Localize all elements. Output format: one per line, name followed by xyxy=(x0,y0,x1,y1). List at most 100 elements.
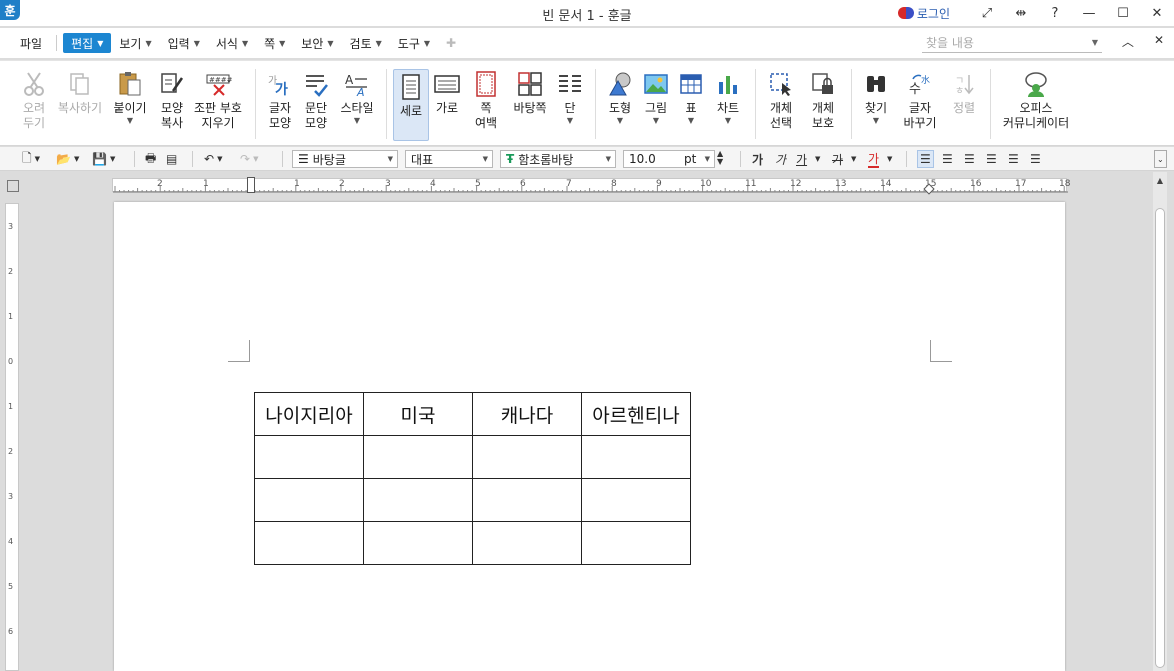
landscape-button[interactable]: 가로 xyxy=(429,67,465,116)
scroll-up-icon[interactable]: ▲ xyxy=(1153,176,1167,185)
table-button[interactable]: 표 ▼ xyxy=(674,67,708,126)
menu-insert[interactable]: 입력 ▼ xyxy=(160,33,208,53)
italic-button[interactable]: 가 xyxy=(775,150,786,168)
chevron-down-icon[interactable]: ▼ xyxy=(851,150,856,168)
align-distribute-icon[interactable]: ☰ xyxy=(1008,150,1019,168)
table-cell[interactable] xyxy=(581,435,691,479)
login-button[interactable]: 로그인 xyxy=(897,5,950,22)
table-cell[interactable] xyxy=(581,521,691,565)
find-button[interactable]: 찾기 ▼ xyxy=(858,67,894,126)
bold-button[interactable]: 가 xyxy=(752,150,763,168)
object-protect-button[interactable]: 개체 보호 xyxy=(803,67,843,131)
columns-button[interactable]: 단 ▼ xyxy=(554,67,586,126)
table-cell[interactable] xyxy=(254,521,364,565)
paste-button[interactable]: 붙이기 ▼ xyxy=(110,67,150,126)
document-page[interactable]: 나이지리아 미국 캐나다 아르헨티나 xyxy=(114,202,1065,671)
para-shape-button[interactable]: 문단 모양 xyxy=(298,67,334,131)
chevron-down-icon: ▼ xyxy=(241,38,249,48)
table-cell[interactable] xyxy=(363,435,473,479)
search-input[interactable]: 찾을 내용 ▼ xyxy=(922,33,1102,53)
menu-view[interactable]: 보기 ▼ xyxy=(111,33,159,53)
new-doc-icon[interactable]: 🗋 ▼ xyxy=(22,150,40,168)
align-left-icon[interactable]: ☰ xyxy=(942,150,953,168)
vertical-scrollbar[interactable]: ▲ xyxy=(1153,172,1167,671)
align-right-icon[interactable]: ☰ xyxy=(986,150,997,168)
menu-review[interactable]: 검토 ▼ xyxy=(342,33,390,53)
help-icon[interactable]: ? xyxy=(1038,0,1072,26)
close-doc-icon[interactable]: ✕ xyxy=(1154,33,1164,50)
page-margin-button[interactable]: 쪽 여백 xyxy=(467,67,505,131)
redo-icon[interactable]: ↷ ▼ xyxy=(240,150,258,168)
font-select[interactable]: Ŧ 함초롬바탕 ▼ xyxy=(500,150,616,168)
indent-marker[interactable] xyxy=(247,177,255,193)
toolbar-expand-icon[interactable]: ⌄ xyxy=(1154,150,1167,168)
format-copy-button[interactable]: 모양 복사 xyxy=(152,67,192,131)
menu-file[interactable]: 파일 xyxy=(12,33,50,53)
office-communicator-button[interactable]: 오피스 커뮤니케이터 xyxy=(998,67,1074,131)
chevron-down-icon[interactable]: ▼ xyxy=(1092,38,1098,47)
width-fit-icon[interactable]: ⇹ xyxy=(1004,0,1038,26)
vertical-ruler[interactable]: 3 2 1 0 1 2 3 4 5 6 xyxy=(5,203,19,671)
print-preview-icon[interactable]: ▤ xyxy=(166,150,177,168)
shape-button[interactable]: 도형 ▼ xyxy=(602,67,638,126)
portrait-button[interactable]: 세로 xyxy=(393,69,429,141)
menu-security[interactable]: 보안 ▼ xyxy=(293,33,341,53)
table-cell[interactable] xyxy=(363,478,473,522)
picture-button[interactable]: 그림 ▼ xyxy=(638,67,674,126)
open-folder-icon[interactable]: 📂 ▼ xyxy=(56,150,79,168)
erase-marks-button[interactable]: #### 조판 부호 지우기 xyxy=(192,67,244,131)
align-center-icon[interactable]: ☰ xyxy=(964,150,975,168)
minimize-button[interactable]: — xyxy=(1072,0,1106,26)
chevron-down-icon: ▼ xyxy=(872,116,880,125)
scrollbar-thumb[interactable] xyxy=(1155,208,1165,668)
puzzle-icon[interactable]: ✚ xyxy=(438,33,464,53)
sort-button[interactable]: ㄱㅎ 정렬 xyxy=(946,67,982,116)
table-cell[interactable] xyxy=(472,435,582,479)
document-table[interactable]: 나이지리아 미국 캐나다 아르헨티나 xyxy=(254,392,691,565)
save-icon[interactable]: 💾 ▼ xyxy=(92,150,115,168)
ruler-toggle-icon[interactable] xyxy=(7,180,19,192)
svg-text:가: 가 xyxy=(275,82,288,97)
menu-page[interactable]: 쪽 ▼ xyxy=(256,33,293,53)
font-size-input[interactable]: 10.0 pt ▼ xyxy=(623,150,715,168)
table-cell[interactable] xyxy=(472,478,582,522)
maximize-button[interactable]: ☐ xyxy=(1106,0,1140,26)
align-divide-icon[interactable]: ☰ xyxy=(1030,150,1041,168)
print-icon[interactable]: 🖶 xyxy=(145,150,156,168)
close-button[interactable]: ✕ xyxy=(1140,0,1174,26)
style-select[interactable]: ☰ 바탕글 ▼ xyxy=(292,150,398,168)
undo-icon[interactable]: ↶ ▼ xyxy=(204,150,222,168)
table-cell[interactable] xyxy=(254,435,364,479)
table-cell[interactable] xyxy=(363,521,473,565)
table-cell[interactable] xyxy=(254,478,364,522)
table-cell[interactable]: 캐나다 xyxy=(472,392,582,436)
menu-format[interactable]: 서식 ▼ xyxy=(208,33,256,53)
collapse-ribbon-icon[interactable]: ︿ xyxy=(1122,33,1134,50)
chevron-down-icon[interactable]: ▼ xyxy=(815,150,820,168)
strikethrough-button[interactable]: 가 xyxy=(832,150,843,168)
menu-tools[interactable]: 도구 ▼ xyxy=(390,33,438,53)
table-cell[interactable]: 미국 xyxy=(363,392,473,436)
table-cell[interactable] xyxy=(472,521,582,565)
style-button[interactable]: AA 스타일 ▼ xyxy=(336,67,378,126)
object-select-button[interactable]: 개체 선택 xyxy=(762,67,800,131)
horizontal-ruler[interactable]: 2 1 1 2 3 4 5 6 7 8 9 10 11 12 13 14 15 … xyxy=(112,177,1070,195)
master-page-button[interactable]: 바탕쪽 xyxy=(508,67,552,116)
align-justify-icon[interactable]: ☰ xyxy=(917,150,934,168)
language-select[interactable]: 대표 ▼ xyxy=(405,150,493,168)
copy-button[interactable]: 복사하기 xyxy=(56,67,104,116)
cut-button[interactable]: 오려 두기 xyxy=(14,67,54,131)
menu-edit[interactable]: 편집 ▼ xyxy=(63,33,112,53)
underline-button[interactable]: 가 xyxy=(796,150,807,168)
char-shape-button[interactable]: 가가 글자 모양 xyxy=(262,67,298,131)
table-cell[interactable]: 아르헨티나 xyxy=(581,392,691,436)
font-color-button[interactable]: 가 xyxy=(868,150,880,168)
table-cell[interactable]: 나이지리아 xyxy=(254,392,364,436)
table-cell[interactable] xyxy=(581,478,691,522)
svg-text:A: A xyxy=(356,86,365,97)
fullscreen-icon[interactable]: ⤢ xyxy=(970,0,1004,26)
replace-char-button[interactable]: 수水 글자 바꾸기 xyxy=(898,67,942,131)
chart-button[interactable]: 차트 ▼ xyxy=(710,67,746,126)
size-stepper[interactable]: ▲ ▼ xyxy=(717,150,723,168)
chevron-down-icon[interactable]: ▼ xyxy=(887,150,892,168)
